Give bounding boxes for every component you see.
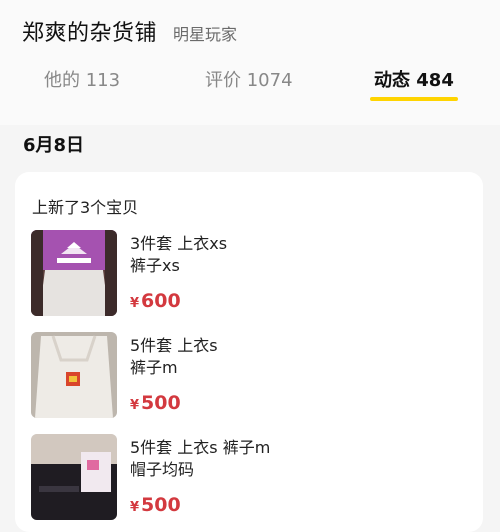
product-thumbnail[interactable] [31, 332, 117, 418]
price-value: 600 [141, 290, 181, 312]
price-value: 500 [141, 392, 181, 414]
item-description-2: 裤子xs [130, 256, 180, 275]
tab-bar: 他的 113 评价 1074 动态 484 [0, 62, 500, 102]
card-title: 上新了3个宝贝 [32, 198, 139, 217]
shop-header: 郑爽的杂货铺 明星玩家 他的 113 评价 1074 动态 484 [0, 0, 500, 125]
item-description: 3件套 上衣xs [130, 234, 228, 253]
item-description-2: 裤子m [130, 358, 178, 377]
list-item[interactable]: 5件套 上衣s 裤子m ¥500 [31, 332, 471, 420]
list-item[interactable]: 3件套 上衣xs 裤子xs ¥600 [31, 230, 471, 318]
currency-symbol: ¥ [130, 296, 140, 311]
item-description: 5件套 上衣s [130, 336, 218, 355]
activity-card: 上新了3个宝贝 3件套 上衣xs 裤子xs ¥600 5件套 上衣s 裤子m ¥… [15, 172, 483, 532]
price-value: 500 [141, 494, 181, 516]
item-description: 5件套 上衣s 裤子m [130, 438, 271, 457]
product-thumbnail[interactable] [31, 434, 117, 520]
tab-reviews[interactable]: 评价 1074 [205, 66, 293, 92]
currency-symbol: ¥ [130, 500, 140, 515]
date-heading: 6月8日 [23, 135, 85, 156]
item-price: ¥500 [130, 494, 181, 516]
tab-his-items[interactable]: 他的 113 [44, 66, 120, 92]
active-tab-indicator [370, 97, 458, 101]
shop-name[interactable]: 郑爽的杂货铺 [22, 15, 157, 47]
product-thumbnail[interactable] [31, 230, 117, 316]
list-item[interactable]: 5件套 上衣s 裤子m 帽子均码 ¥500 [31, 434, 471, 522]
item-price: ¥600 [130, 290, 181, 312]
currency-symbol: ¥ [130, 398, 140, 413]
shop-badge: 明星玩家 [173, 25, 238, 44]
item-price: ¥500 [130, 392, 181, 414]
item-description-2: 帽子均码 [130, 460, 195, 479]
tab-activity[interactable]: 动态 484 [374, 66, 454, 92]
